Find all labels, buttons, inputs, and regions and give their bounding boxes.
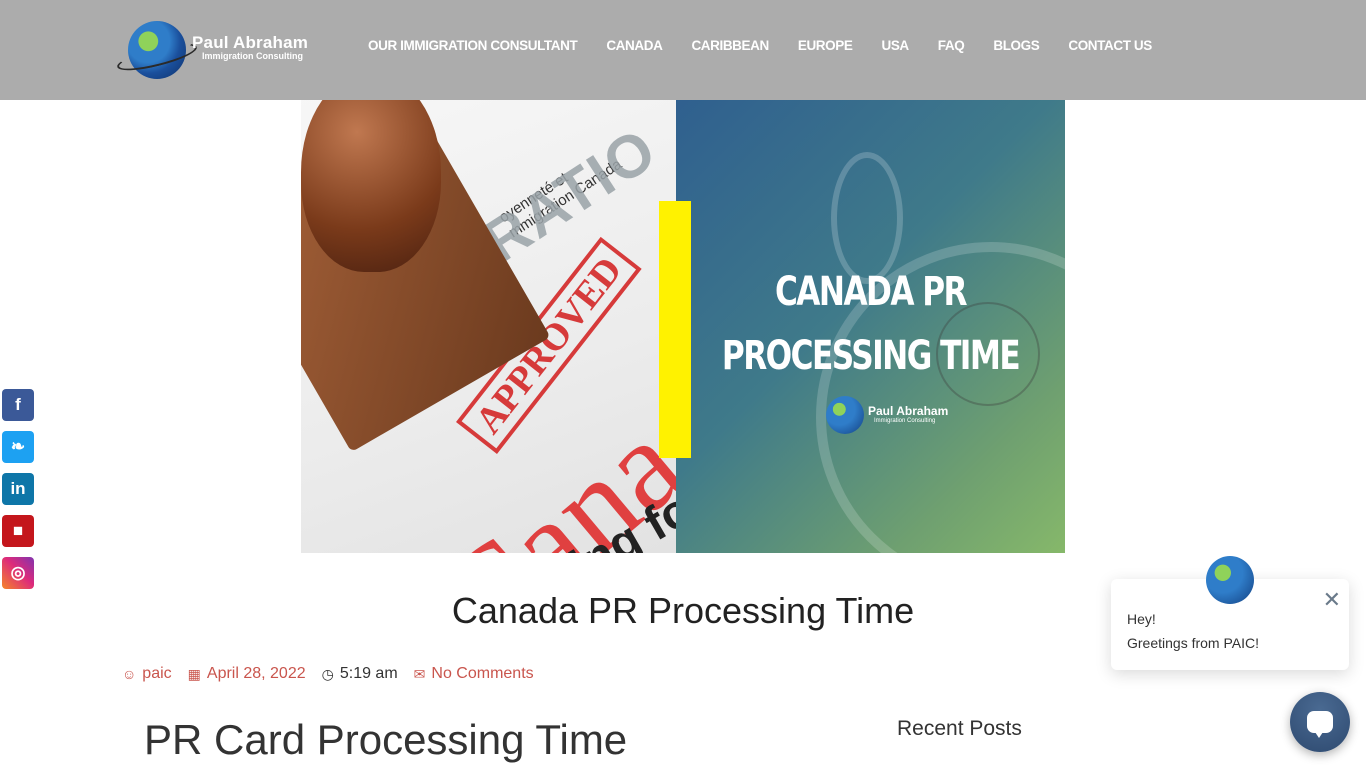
author-link[interactable]: paic xyxy=(142,665,171,683)
site-logo[interactable]: Paul Abraham Immigration Consulting xyxy=(115,20,316,82)
hero-title: CANADA PR PROCESSING TIME xyxy=(721,269,1021,379)
linkedin-icon[interactable]: in xyxy=(2,473,34,505)
logo-name: Paul Abraham xyxy=(192,33,309,52)
nav-canada[interactable]: CANADA xyxy=(606,38,663,53)
nav-contact-us[interactable]: CONTACT US xyxy=(1068,38,1152,53)
close-icon[interactable]: ✕ xyxy=(1323,589,1341,611)
comments-link[interactable]: No Comments xyxy=(431,665,533,683)
calendar-icon: ▦ xyxy=(187,665,201,682)
meta-comments[interactable]: ✉ No Comments xyxy=(414,665,534,683)
logo-subtitle: Immigration Consulting xyxy=(202,51,303,61)
chat-bubble-icon xyxy=(1307,711,1333,738)
youtube-icon[interactable]: ■ xyxy=(2,515,34,547)
nav-europe[interactable]: EUROPE xyxy=(798,38,853,53)
comment-icon: ✉ xyxy=(413,665,426,682)
main-nav: OUR IMMIGRATION CONSULTANT CANADA CARIBB… xyxy=(368,38,1152,53)
content-heading: PR Card Processing Time xyxy=(144,716,628,763)
post-meta: ☺ paic ▦ April 28, 2022 ◷ 5:19 am ✉ No C… xyxy=(122,665,550,683)
globe-icon xyxy=(826,396,864,434)
approved-stamp-photo: oyenneté et mmigration Canada IMMIGRATIO… xyxy=(301,92,676,553)
chat-launcher-button[interactable] xyxy=(1290,692,1350,752)
meta-author[interactable]: ☺ paic xyxy=(122,665,172,683)
clock-icon: ◷ xyxy=(321,665,334,682)
date-link[interactable]: April 28, 2022 xyxy=(207,665,306,683)
nav-faq[interactable]: FAQ xyxy=(938,38,965,53)
twitter-icon[interactable]: ❧ xyxy=(2,431,34,463)
featured-image: oyenneté et mmigration Canada IMMIGRATIO… xyxy=(301,92,1065,553)
chat-avatar xyxy=(1206,556,1254,604)
site-header: Paul Abraham Immigration Consulting OUR … xyxy=(0,0,1366,100)
social-share-bar: f ❧ in ■ ◎ xyxy=(2,389,34,599)
post-time: 5:19 am xyxy=(339,665,398,682)
hero-logo: Paul Abraham Immigration Consulting xyxy=(816,394,956,438)
nav-our-immigration-consultant[interactable]: OUR IMMIGRATION CONSULTANT xyxy=(368,38,578,53)
stamp-handle xyxy=(301,92,441,272)
meta-date[interactable]: ▦ April 28, 2022 xyxy=(188,665,306,683)
recent-posts-heading: Recent Posts xyxy=(897,717,1022,740)
facebook-icon[interactable]: f xyxy=(2,389,34,421)
user-icon: ☺ xyxy=(122,666,137,682)
nav-blogs[interactable]: BLOGS xyxy=(993,38,1039,53)
nav-usa[interactable]: USA xyxy=(881,38,909,53)
chat-greeting-line: Hey! xyxy=(1127,611,1156,627)
accent-bar xyxy=(659,201,691,458)
nav-caribbean[interactable]: CARIBBEAN xyxy=(691,38,769,53)
meta-time: ◷ 5:19 am xyxy=(322,665,398,683)
stopwatch-panel: CANADA PR PROCESSING TIME Paul Abraham I… xyxy=(676,92,1065,553)
chat-message-line: Greetings from PAIC! xyxy=(1127,635,1260,651)
instagram-icon[interactable]: ◎ xyxy=(2,557,34,589)
